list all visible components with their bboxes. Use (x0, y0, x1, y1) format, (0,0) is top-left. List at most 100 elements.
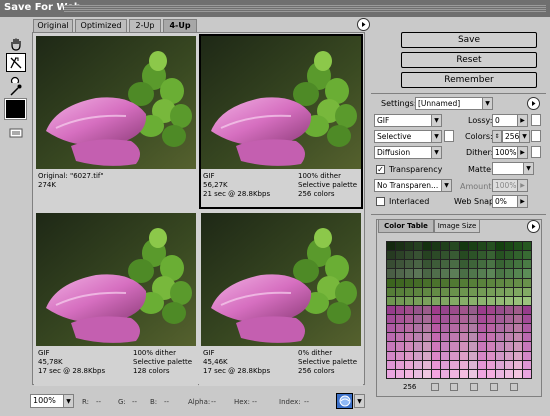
transparency-checkbox[interactable]: ✓ (376, 165, 385, 174)
stepper-icon[interactable]: ⇕ (492, 130, 502, 143)
slider-arrow-icon[interactable]: ▶ (517, 195, 528, 208)
color-swatch[interactable] (513, 342, 522, 351)
color-swatch[interactable] (513, 351, 522, 360)
color-swatch[interactable] (495, 351, 504, 360)
chevron-down-icon[interactable]: ▼ (431, 146, 442, 159)
color-swatch[interactable] (495, 342, 504, 351)
tab-optimized[interactable]: Optimized (75, 19, 127, 32)
color-swatch[interactable] (414, 260, 423, 269)
color-swatch[interactable] (396, 278, 405, 287)
color-swatch[interactable] (450, 315, 459, 324)
color-swatch[interactable] (423, 260, 432, 269)
matte-select[interactable] (492, 162, 524, 175)
color-swatch[interactable] (495, 278, 504, 287)
color-swatch[interactable] (432, 342, 441, 351)
color-swatch[interactable] (387, 296, 396, 305)
color-swatch[interactable] (387, 278, 396, 287)
web-snap-field[interactable]: 0% (492, 195, 518, 208)
color-swatch[interactable] (486, 360, 495, 369)
color-swatch[interactable] (477, 296, 486, 305)
color-swatch[interactable] (504, 287, 513, 296)
color-swatch[interactable] (441, 333, 450, 342)
web-shift-icon[interactable] (450, 383, 458, 391)
color-swatch[interactable] (396, 351, 405, 360)
color-swatch[interactable] (459, 360, 468, 369)
tab-image-size[interactable]: Image Size (434, 219, 480, 233)
color-swatch[interactable] (477, 342, 486, 351)
color-swatch[interactable] (486, 278, 495, 287)
color-swatch[interactable] (423, 315, 432, 324)
color-swatch[interactable] (387, 287, 396, 296)
dither-algorithm-select[interactable]: Diffusion (374, 146, 432, 159)
color-swatch[interactable] (522, 269, 531, 278)
color-swatch[interactable] (513, 360, 522, 369)
color-swatch[interactable] (495, 324, 504, 333)
interlaced-checkbox[interactable] (376, 197, 385, 206)
color-swatch[interactable] (477, 360, 486, 369)
color-swatch[interactable] (522, 305, 531, 315)
color-swatch[interactable] (486, 242, 495, 251)
preview-panel-optimized-3[interactable]: GIF 45,46K 17 sec @ 28.8Kbps 0% dither S… (199, 211, 363, 386)
color-swatch[interactable] (504, 360, 513, 369)
color-swatch[interactable] (495, 360, 504, 369)
color-swatch[interactable] (459, 296, 468, 305)
color-swatch[interactable] (405, 296, 414, 305)
color-swatch[interactable] (432, 324, 441, 333)
color-swatch[interactable] (513, 278, 522, 287)
color-swatch[interactable] (405, 242, 414, 251)
tab-2-up[interactable]: 2-Up (129, 19, 161, 32)
color-swatch[interactable] (477, 315, 486, 324)
color-swatch[interactable] (477, 278, 486, 287)
chevron-down-icon[interactable]: ▼ (441, 179, 452, 192)
color-swatch[interactable] (504, 351, 513, 360)
color-swatch[interactable] (504, 342, 513, 351)
color-swatch[interactable] (459, 342, 468, 351)
color-swatch[interactable] (495, 287, 504, 296)
chevron-down-icon[interactable]: ▼ (482, 97, 493, 110)
color-swatch[interactable] (459, 278, 468, 287)
color-swatch[interactable] (396, 251, 405, 260)
color-swatch[interactable] (405, 342, 414, 351)
color-swatch[interactable] (387, 305, 396, 315)
color-swatch[interactable] (486, 251, 495, 260)
slice-select-tool-icon[interactable] (6, 53, 26, 72)
color-swatch[interactable] (486, 369, 495, 378)
color-swatch[interactable] (459, 351, 468, 360)
color-swatch[interactable] (459, 251, 468, 260)
color-swatch[interactable] (414, 251, 423, 260)
color-swatch[interactable] (405, 369, 414, 378)
reduction-mask-icon[interactable] (444, 130, 454, 142)
color-swatch[interactable] (468, 342, 477, 351)
color-swatch[interactable] (387, 260, 396, 269)
chevron-down-icon[interactable]: ▼ (523, 162, 534, 175)
color-swatch[interactable] (450, 260, 459, 269)
color-swatch[interactable] (522, 242, 531, 251)
color-swatch[interactable] (504, 242, 513, 251)
color-swatch[interactable] (441, 260, 450, 269)
color-swatch[interactable] (522, 342, 531, 351)
color-swatch[interactable] (459, 269, 468, 278)
color-swatch[interactable] (441, 315, 450, 324)
color-swatch[interactable] (441, 324, 450, 333)
color-swatch[interactable] (468, 333, 477, 342)
color-swatch[interactable] (459, 305, 468, 315)
color-swatch[interactable] (396, 342, 405, 351)
color-swatch[interactable] (387, 269, 396, 278)
color-swatch[interactable] (486, 315, 495, 324)
menu-arrow-icon[interactable] (357, 18, 370, 31)
color-swatch[interactable] (432, 287, 441, 296)
color-swatch[interactable] (504, 278, 513, 287)
color-swatch[interactable] (450, 269, 459, 278)
transparency-dither-select[interactable]: No Transparen... (374, 179, 442, 192)
color-swatch[interactable] (504, 260, 513, 269)
preview-panel-optimized-2[interactable]: GIF 45,78K 17 sec @ 28.8Kbps 100% dither… (34, 211, 198, 386)
chevron-down-icon[interactable]: ▼ (63, 394, 74, 408)
color-swatch[interactable] (450, 242, 459, 251)
color-swatch[interactable] (414, 269, 423, 278)
color-swatch[interactable] (432, 251, 441, 260)
color-swatch[interactable] (522, 260, 531, 269)
color-swatch[interactable] (486, 333, 495, 342)
color-swatch[interactable] (423, 333, 432, 342)
new-color-icon[interactable] (490, 383, 498, 391)
color-swatch[interactable] (459, 287, 468, 296)
